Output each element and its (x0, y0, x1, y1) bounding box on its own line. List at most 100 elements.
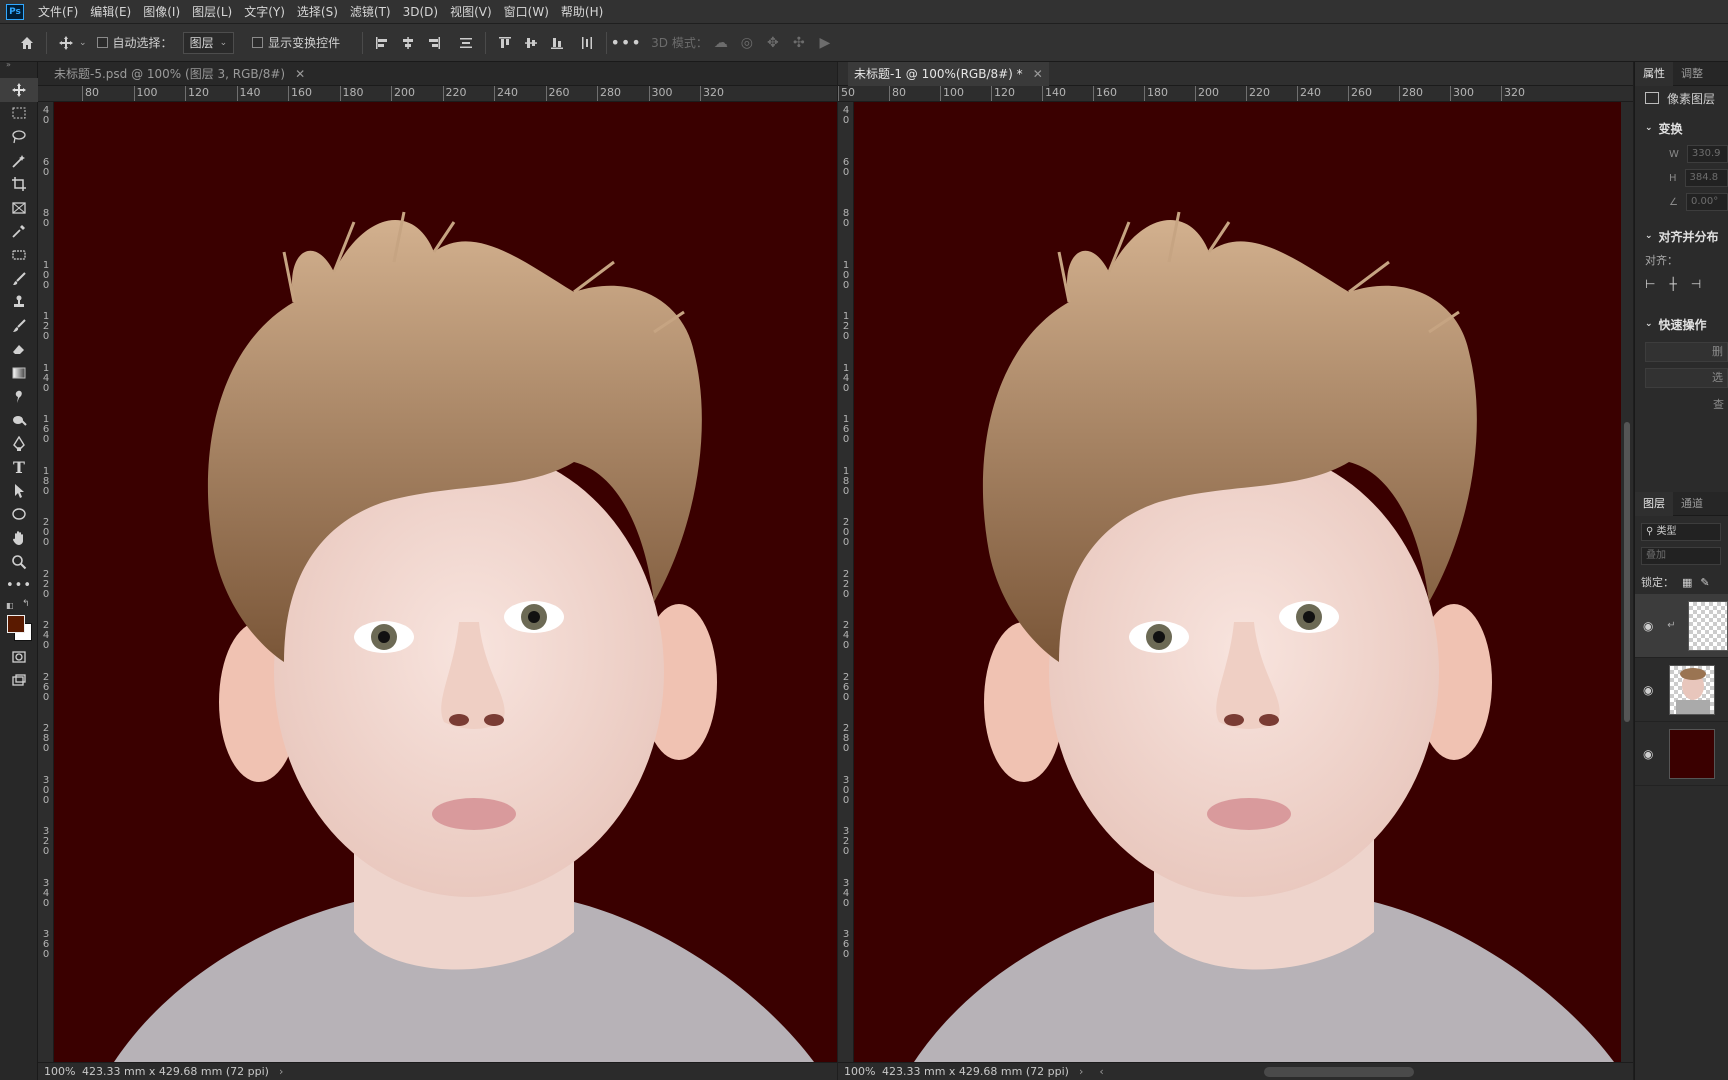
quick-actions-header[interactable]: ⌄ 快速操作 (1635, 312, 1728, 336)
chevron-left-icon[interactable]: ‹ (1099, 1065, 1103, 1078)
move-tool-icon[interactable] (0, 78, 38, 102)
show-transform-checkbox[interactable] (252, 37, 264, 48)
chevron-down-icon[interactable]: ⌄ (79, 38, 87, 48)
eraser-tool-icon[interactable] (0, 338, 38, 362)
menu-window[interactable]: 窗口(W) (498, 0, 555, 24)
default-colors-icon[interactable]: ◧ (6, 601, 14, 610)
3d-orbit-icon[interactable]: ☁ (708, 30, 734, 56)
frame-tool-icon[interactable] (0, 196, 38, 220)
path-selection-tool-icon[interactable] (0, 479, 38, 503)
menu-3d[interactable]: 3D(D) (397, 0, 444, 24)
dodge-tool-icon[interactable] (0, 408, 38, 432)
chevron-right-icon[interactable]: › (279, 1065, 283, 1078)
layer-filter[interactable]: ⚲ 类型 (1641, 522, 1728, 542)
vertical-scrollbar[interactable] (1621, 102, 1633, 1062)
type-tool-icon[interactable]: T (0, 456, 38, 480)
menu-filter[interactable]: 滤镜(T) (344, 0, 397, 24)
visibility-eye-icon[interactable]: ◉ (1643, 619, 1655, 633)
menu-help[interactable]: 帮助(H) (555, 0, 609, 24)
tab-channels[interactable]: 通道 (1673, 492, 1711, 516)
horizontal-scrollbar-thumb[interactable] (1263, 1066, 1414, 1077)
ellipse-tool-icon[interactable] (0, 503, 38, 527)
brush-tool-icon[interactable] (0, 267, 38, 291)
align-left-edges-icon[interactable] (369, 30, 395, 56)
blend-mode-select[interactable]: 叠加 (1641, 547, 1721, 565)
document-tab-1[interactable]: 未标题-5.psd @ 100% (图层 3, RGB/8#) ✕ (38, 62, 837, 86)
align-right-icon[interactable]: ⊣ (1691, 277, 1701, 291)
align-top-edges-icon[interactable] (492, 30, 518, 56)
eyedropper-tool-icon[interactable] (0, 220, 38, 244)
zoom-level[interactable]: 100% (838, 1065, 878, 1078)
zoom-level[interactable]: 100% (38, 1065, 78, 1078)
layer-row[interactable]: ◉ ↵ (1635, 594, 1728, 658)
swap-colors-icon[interactable]: ↰ (22, 599, 30, 609)
pen-tool-icon[interactable] (0, 432, 38, 456)
distribute-vertical-icon[interactable] (453, 30, 479, 56)
blend-mode[interactable]: 叠加 (1641, 546, 1728, 566)
align-section-header[interactable]: ⌄ 对齐并分布 (1635, 224, 1728, 248)
menu-file[interactable]: 文件(F) (32, 0, 84, 24)
auto-select-dropdown[interactable]: 图层 ⌄ (182, 31, 235, 54)
canvas[interactable] (54, 102, 837, 1062)
menu-layer[interactable]: 图层(L) (186, 0, 238, 24)
collapse-arrows-icon[interactable]: » (0, 61, 37, 69)
lock-paint-icon[interactable]: ✎ (1700, 576, 1709, 589)
height-input[interactable]: 384.8 (1684, 169, 1728, 187)
stamp-tool-icon[interactable] (0, 290, 38, 314)
width-input[interactable]: 330.9 (1686, 145, 1728, 163)
layer-row[interactable]: ◉ (1635, 722, 1728, 786)
canvas[interactable] (854, 102, 1621, 1062)
3d-roll-icon[interactable]: ◎ (734, 30, 760, 56)
marquee-tool-icon[interactable] (0, 102, 38, 126)
gradient-tool-icon[interactable] (0, 361, 38, 385)
patch-tool-icon[interactable] (0, 243, 38, 267)
history-brush-tool-icon[interactable] (0, 314, 38, 338)
align-left-icon[interactable]: ⊢ (1645, 277, 1655, 291)
scrollbar-thumb[interactable] (1624, 422, 1630, 722)
more-tools-icon[interactable]: ••• (0, 573, 38, 597)
angle-input[interactable]: 0.00° (1685, 193, 1728, 211)
move-tool-preset-icon[interactable] (53, 30, 79, 56)
quick-mask-icon[interactable] (0, 645, 38, 669)
distribute-horizontal-icon[interactable] (574, 30, 600, 56)
tab-properties[interactable]: 属性 (1635, 62, 1673, 86)
screen-mode-icon[interactable] (0, 669, 38, 693)
align-vertical-centers-icon[interactable] (518, 30, 544, 56)
menu-image[interactable]: 图像(I) (137, 0, 186, 24)
lock-transparency-icon[interactable]: ▦ (1682, 576, 1692, 589)
align-bottom-edges-icon[interactable] (544, 30, 570, 56)
tab-layers[interactable]: 图层 (1635, 491, 1673, 516)
3d-camera-icon[interactable]: ▶ (812, 30, 838, 56)
lasso-tool-icon[interactable] (0, 125, 38, 149)
layer-row[interactable]: ◉ (1635, 658, 1728, 722)
magic-wand-tool-icon[interactable] (0, 149, 38, 173)
tab-adjustments[interactable]: 调整 (1673, 62, 1711, 86)
3d-pan-icon[interactable]: ✥ (760, 30, 786, 56)
select-subject-button[interactable]: 选 (1645, 368, 1728, 388)
visibility-eye-icon[interactable]: ◉ (1643, 683, 1657, 697)
align-center-icon[interactable]: ┼ (1669, 277, 1676, 291)
menu-view[interactable]: 视图(V) (444, 0, 498, 24)
learn-more-link[interactable]: 查 (1635, 392, 1728, 416)
align-right-edges-icon[interactable] (421, 30, 447, 56)
menu-type[interactable]: 文字(Y) (238, 0, 291, 24)
layer-filter-select[interactable]: ⚲ 类型 (1641, 523, 1721, 541)
3d-slide-icon[interactable]: ✣ (786, 30, 812, 56)
menu-select[interactable]: 选择(S) (291, 0, 344, 24)
align-horizontal-centers-icon[interactable] (395, 30, 421, 56)
chevron-right-icon[interactable]: › (1079, 1065, 1083, 1078)
home-icon[interactable] (14, 30, 40, 56)
close-icon[interactable]: ✕ (1033, 67, 1043, 81)
menu-edit[interactable]: 编辑(E) (84, 0, 137, 24)
remove-background-button[interactable]: 删 (1645, 342, 1728, 362)
close-icon[interactable]: ✕ (295, 67, 305, 81)
crop-tool-icon[interactable] (0, 172, 38, 196)
more-options-icon[interactable]: ••• (610, 30, 640, 56)
transform-section-header[interactable]: ⌄ 变换 (1635, 116, 1728, 140)
foreground-color-swatch[interactable] (7, 615, 25, 634)
auto-select-checkbox[interactable] (96, 37, 108, 48)
document-tab-2[interactable]: 未标题-1 @ 100%(RGB/8#) * ✕ (838, 61, 1633, 86)
visibility-eye-icon[interactable]: ◉ (1643, 747, 1657, 761)
zoom-tool-icon[interactable] (0, 550, 38, 574)
smudge-tool-icon[interactable] (0, 385, 38, 409)
